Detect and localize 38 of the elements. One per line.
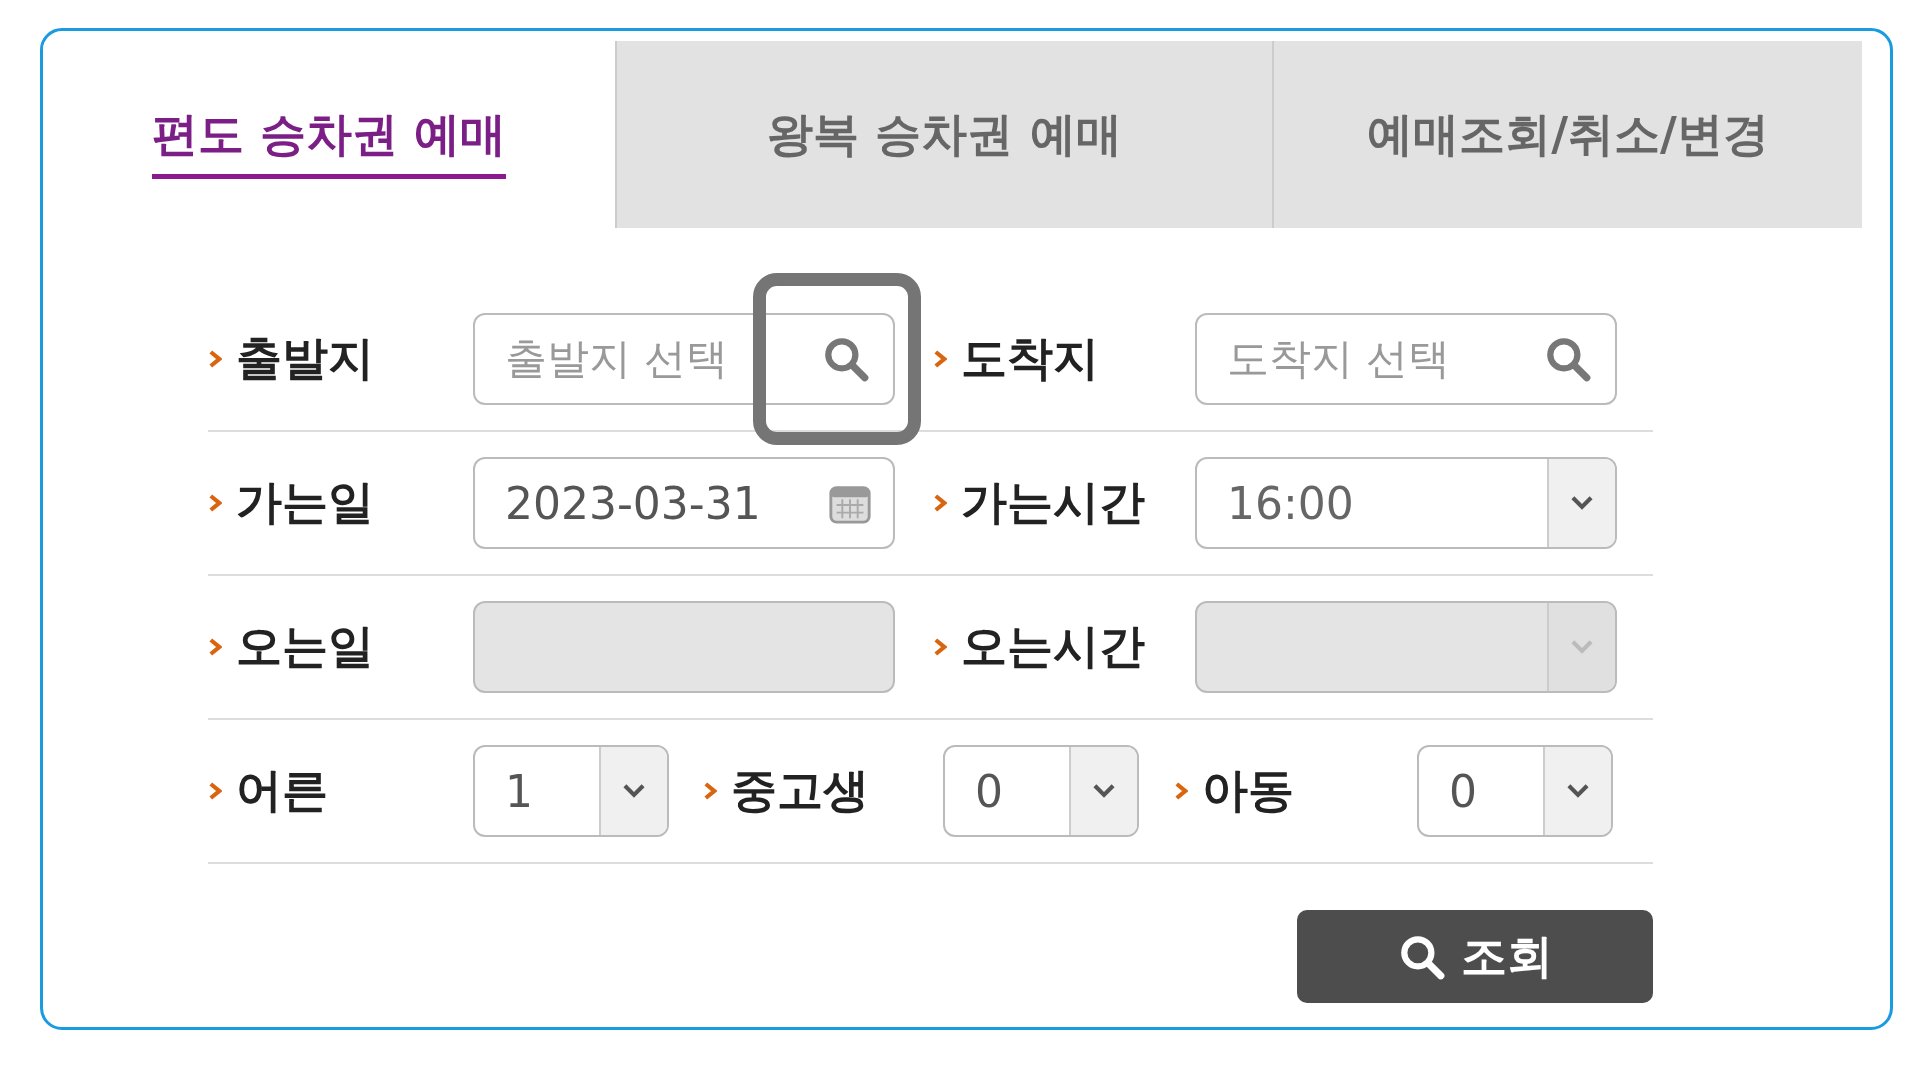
chevron-right-icon (933, 637, 947, 657)
tab[interactable]: 왕복 승차권 예매 (615, 41, 1272, 228)
count-select[interactable]: 0 (943, 745, 1139, 837)
chevron-down-icon (1565, 783, 1591, 799)
search-button[interactable]: 조회 (1297, 910, 1653, 1003)
count-select[interactable]: 1 (473, 745, 669, 837)
field-label: 아동 (1202, 762, 1294, 819)
chevron-down-icon (621, 783, 647, 799)
selected-count: 0 (975, 765, 1003, 817)
selected-time: 16:00 (1227, 477, 1354, 529)
chevron-down-icon (1569, 639, 1595, 655)
placeholder-text: 출발지 선택 (505, 333, 729, 385)
field-label: 어른 (236, 762, 328, 819)
chevron-right-icon (1174, 781, 1188, 801)
date-field[interactable]: 2023-03-31 (473, 457, 895, 549)
tab[interactable]: 예매조회/취소/변경 (1272, 41, 1862, 228)
count-select[interactable]: 0 (1417, 745, 1613, 837)
chevron-right-icon (208, 637, 222, 657)
chevron-right-icon (933, 493, 947, 513)
field-label: 오는시간 (961, 618, 1145, 675)
date-value: 2023-03-31 (505, 477, 761, 529)
chevron-down-icon (1569, 495, 1595, 511)
selected-count: 1 (505, 765, 533, 817)
field-label: 오는일 (236, 618, 374, 675)
selected-count: 0 (1449, 765, 1477, 817)
field-label: 출발지 (236, 330, 374, 387)
chevron-right-icon (208, 493, 222, 513)
chevron-down-icon (1091, 783, 1117, 799)
chevron-right-icon (703, 781, 717, 801)
time-select[interactable]: 16:00 (1195, 457, 1617, 549)
placeholder-text: 도착지 선택 (1227, 333, 1451, 385)
field-label: 가는시간 (961, 474, 1145, 531)
chevron-right-icon (208, 781, 222, 801)
field-label: 중고생 (731, 762, 869, 819)
field-label: 도착지 (961, 330, 1099, 387)
field-label: 가는일 (236, 474, 374, 531)
chevron-right-icon (933, 349, 947, 369)
chevron-right-icon (208, 349, 222, 369)
